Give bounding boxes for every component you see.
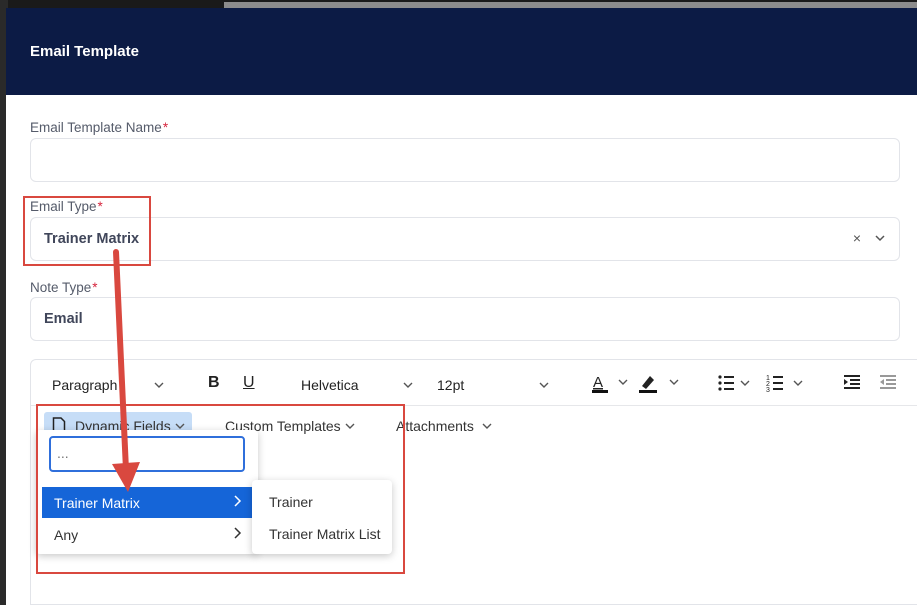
required-marker: * [97,199,103,214]
dynamic-fields-dropdown: Trainer Matrix Any [36,430,258,554]
submenu-item-trainer-matrix-list[interactable]: Trainer Matrix List [252,518,392,548]
email-type-label-text: Email Type [30,199,97,214]
dropdown-item-label: Trainer Matrix [54,495,140,511]
bold-icon[interactable]: B [208,374,220,392]
modal-header: Email Template [6,8,917,95]
chevron-down-icon[interactable] [875,233,885,243]
template-name-label: Email Template Name* [30,120,168,135]
chevron-down-icon [482,423,492,429]
submenu-item-label: Trainer Matrix List [269,526,381,542]
chevron-right-icon [234,527,242,539]
email-type-label: Email Type* [30,199,103,214]
dynamic-fields-search[interactable] [49,436,245,472]
template-name-label-text: Email Template Name [30,120,162,135]
indent-icon[interactable] [843,374,861,392]
editor-toolbar: Paragraph B U Helvetica 12pt A 1 2 3 [31,360,917,406]
font-size-select[interactable]: 12pt [429,371,557,399]
chevron-down-icon [345,423,355,429]
font-family-select[interactable]: Helvetica [293,371,421,399]
dropdown-item-any[interactable]: Any [42,519,252,550]
chevron-down-icon [403,382,413,388]
email-type-select[interactable]: Trainer Matrix × [30,217,900,261]
font-family-value: Helvetica [301,377,359,393]
font-size-value: 12pt [437,377,465,393]
svg-text:A: A [593,374,603,391]
svg-text:3: 3 [766,387,770,394]
dropdown-item-trainer-matrix[interactable]: Trainer Matrix [42,487,252,518]
block-format-select[interactable]: Paragraph [44,371,172,399]
outdent-icon[interactable] [879,374,897,392]
underline-icon[interactable]: U [243,374,255,392]
submenu-item-label: Trainer [269,494,313,510]
dropdown-item-label: Any [54,527,79,543]
block-format-value: Paragraph [52,377,118,393]
highlight-color-icon[interactable] [638,372,682,396]
required-marker: * [92,280,98,295]
numbered-list-icon[interactable]: 1 2 3 [766,373,810,395]
submenu-item-trainer[interactable]: Trainer [252,486,392,516]
email-type-value: Trainer Matrix [44,231,140,247]
chevron-down-icon [154,382,164,388]
chevron-down-icon [539,382,549,388]
bullet-list-icon[interactable] [717,373,761,395]
modal-title: Email Template [30,43,139,60]
note-type-label-text: Note Type [30,280,92,295]
clear-icon[interactable]: × [853,230,861,246]
attachments-menu[interactable]: Attachments [389,412,499,439]
trainer-matrix-submenu: Trainer Trainer Matrix List [252,480,392,554]
chevron-right-icon [234,495,242,507]
note-type-label: Note Type* [30,280,98,295]
template-name-input[interactable] [30,138,900,182]
attachments-label: Attachments [396,418,474,434]
dynamic-fields-search-input[interactable] [57,438,237,468]
text-color-icon[interactable]: A [591,373,635,395]
required-marker: * [162,120,169,135]
note-type-value: Email [44,311,83,327]
note-type-select[interactable]: Email [30,297,900,341]
